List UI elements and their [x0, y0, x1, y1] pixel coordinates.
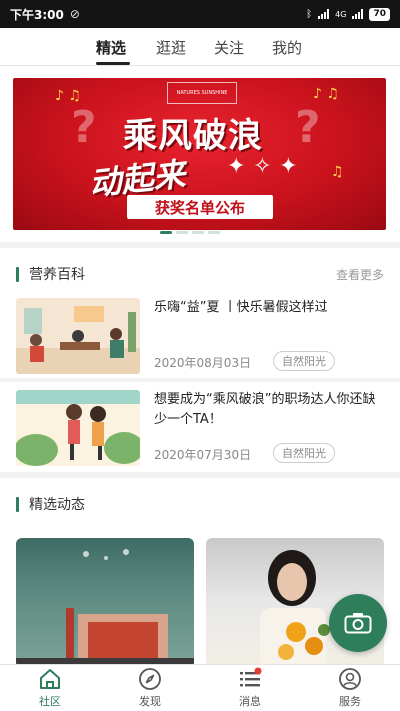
banner-section: ? ? ♪ ♫ ♪ ♫ ♫ NATURES SUNSHINE 乘风破浪 动起来 … [0, 66, 400, 242]
nav-messages[interactable]: 消息 [220, 667, 280, 709]
bottom-nav: 社区 发现 消息 服务 [0, 664, 400, 711]
section-title: 精选动态 [29, 497, 85, 513]
carousel-dot [208, 231, 220, 234]
nav-label: 发现 [139, 695, 161, 708]
article-date: 2020年07月30日 [154, 448, 252, 462]
tab-mine[interactable]: 我的 [272, 37, 302, 58]
nav-label: 社区 [39, 695, 61, 708]
message-list-icon [240, 667, 262, 687]
row-divider [0, 378, 400, 382]
article-tag: 自然阳光 [273, 443, 335, 463]
article-thumbnail [16, 298, 140, 374]
section-header: 营养百科 [16, 264, 85, 284]
nav-label: 消息 [239, 695, 261, 708]
section-accent-bar [16, 496, 19, 512]
wifi-signal-icon [318, 9, 330, 19]
banner-headline: 乘风破浪 [123, 116, 263, 156]
feed-card-image [16, 549, 194, 668]
article-item[interactable]: 乐嗨“益”夏 丨快乐暑假这样过 2020年08月03日 自然阳光 [0, 290, 400, 380]
section-title: 营养百科 [29, 267, 85, 283]
feed-card[interactable] [16, 538, 194, 668]
cell-signal-icon [352, 9, 364, 19]
article-title: 想要成为“乘风破浪”的职场达人你还缺少一个TA！ [154, 392, 376, 427]
promo-banner[interactable]: ? ? ♪ ♫ ♪ ♫ ♫ NATURES SUNSHINE 乘风破浪 动起来 … [13, 78, 386, 230]
camera-post-button[interactable] [329, 594, 387, 652]
tab-featured[interactable]: 精选 [96, 37, 126, 58]
carousel-dot [192, 231, 204, 234]
banner-caption: 获奖名单公布 [127, 195, 273, 219]
nav-discover[interactable]: 发现 [120, 667, 180, 709]
status-time: 下午3:00 [10, 7, 64, 22]
music-note-icon: ♪ ♫ [313, 86, 339, 102]
article-item[interactable]: 想要成为“乘风破浪”的职场达人你还缺少一个TA！ 2020年07月30日 自然阳… [0, 382, 400, 472]
active-tab-indicator [96, 62, 130, 65]
nutrition-section: 营养百科 查看更多 乐嗨“益”夏 丨快乐暑假这样过 2020年08月03日 自然… [0, 248, 400, 472]
music-note-icon: ♪ ♫ [55, 88, 81, 104]
carousel-dot [160, 231, 172, 234]
mute-icon: ⊘ [69, 7, 80, 21]
network-type: 4G [335, 9, 347, 19]
bluetooth-icon: ᛒ [306, 8, 313, 20]
user-service-icon [339, 668, 361, 690]
compass-icon [139, 668, 161, 690]
status-bar: 下午3:00 ⊘ ᛒ 4G 70 [0, 0, 400, 28]
article-date: 2020年08月03日 [154, 356, 252, 370]
tab-following[interactable]: 关注 [214, 37, 244, 58]
camera-icon [344, 613, 372, 634]
brand-logo: NATURES SUNSHINE [167, 82, 237, 104]
nav-label: 服务 [339, 695, 361, 708]
carousel-dot [176, 231, 188, 234]
article-thumbnail [16, 390, 140, 466]
view-more-link[interactable]: 查看更多 [336, 266, 384, 283]
question-mark-decoration: ? [295, 102, 321, 153]
dancers-decoration: ✦ ✧ ✦ [227, 154, 298, 179]
battery-level: 70 [369, 7, 390, 21]
music-note-icon: ♫ [331, 164, 344, 180]
top-nav: 精选 逛逛 关注 我的 [0, 28, 400, 66]
section-header: 精选动态 [16, 494, 85, 514]
unread-badge [254, 667, 262, 675]
article-title: 乐嗨“益”夏 丨快乐暑假这样过 [154, 300, 328, 315]
question-mark-decoration: ? [71, 102, 97, 153]
home-icon [40, 669, 60, 689]
status-right: ᛒ 4G 70 [306, 7, 390, 21]
tab-browse[interactable]: 逛逛 [156, 37, 186, 58]
carousel-indicator [160, 231, 220, 234]
nav-community[interactable]: 社区 [20, 667, 80, 709]
section-accent-bar [16, 266, 19, 282]
nav-service[interactable]: 服务 [320, 667, 380, 709]
article-tag: 自然阳光 [273, 351, 335, 371]
